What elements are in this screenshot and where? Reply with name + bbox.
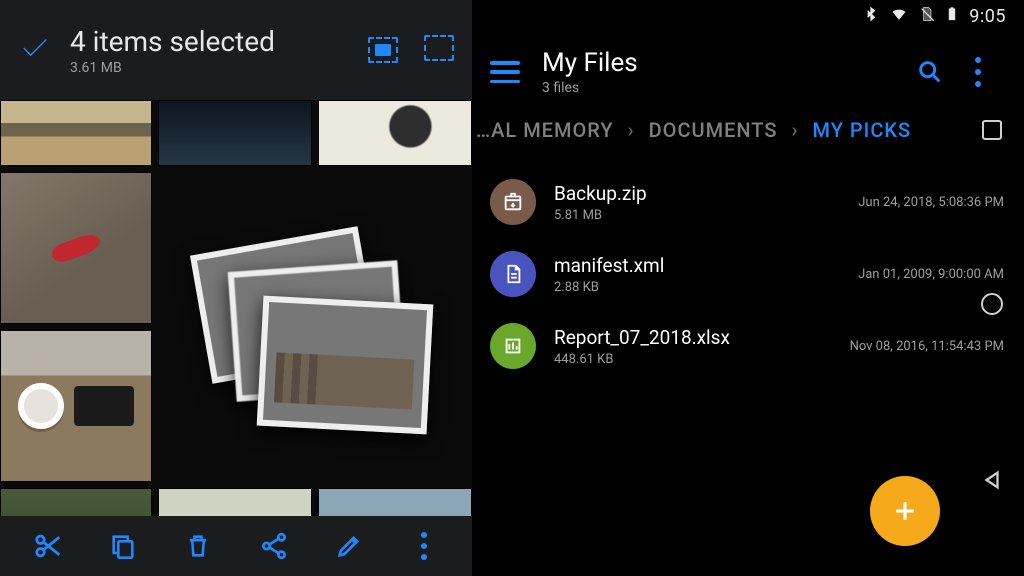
breadcrumb: …AL MEMORY › DOCUMENTS › MY PICKS	[472, 112, 1024, 166]
select-all-icon[interactable]	[368, 37, 398, 63]
files-pane: 9:05 My Files 3 files …AL MEMORY › DOCUM…	[472, 0, 1024, 576]
selection-size: 3.61 MB	[70, 60, 368, 76]
gallery-header: 4 items selected 3.61 MB	[0, 0, 472, 100]
sim-icon	[919, 5, 935, 28]
status-bar: 9:05	[472, 0, 1024, 32]
more-button[interactable]	[402, 524, 446, 568]
search-button[interactable]	[906, 58, 954, 86]
bluetooth-icon	[863, 5, 879, 28]
file-row[interactable]: Backup.zip 5.81 MB Jun 24, 2018, 5:08:36…	[490, 166, 1024, 238]
file-name: Backup.zip	[554, 182, 796, 205]
file-row[interactable]: manifest.xml 2.88 KB Jan 01, 2009, 9:00:…	[490, 238, 1024, 310]
gallery-pane: 4 items selected 3.61 MB	[0, 0, 472, 576]
document-icon	[490, 251, 536, 297]
share-button[interactable]	[252, 524, 296, 568]
edit-button[interactable]	[327, 524, 371, 568]
thumbnail[interactable]	[318, 100, 472, 166]
breadcrumb-current[interactable]: MY PICKS	[812, 118, 911, 142]
page-title: My Files	[542, 48, 906, 78]
selection-summary: 4 items selected 3.61 MB	[70, 25, 368, 76]
delete-button[interactable]	[176, 524, 220, 568]
file-name: manifest.xml	[554, 254, 796, 277]
cut-button[interactable]	[26, 524, 70, 568]
wifi-icon	[889, 6, 909, 27]
home-nav-icon[interactable]	[981, 293, 1003, 315]
selected-stack[interactable]	[200, 240, 430, 480]
file-size: 5.81 MB	[554, 208, 796, 223]
select-inverse-icon[interactable]	[428, 39, 454, 61]
system-nav	[960, 0, 1024, 576]
header-tools	[368, 37, 454, 63]
thumbnail[interactable]	[0, 330, 152, 482]
thumbnail[interactable]	[158, 100, 312, 166]
add-fab[interactable]	[870, 476, 940, 546]
recents-nav-icon[interactable]	[982, 120, 1002, 140]
copy-button[interactable]	[101, 524, 145, 568]
selection-title: 4 items selected	[70, 25, 368, 58]
file-size: 448.61 KB	[554, 352, 796, 367]
files-appbar: My Files 3 files	[472, 32, 1024, 112]
file-size: 2.88 KB	[554, 280, 796, 295]
chevron-right-icon: ›	[791, 118, 798, 142]
gallery-actionbar	[0, 516, 472, 576]
breadcrumb-item[interactable]: …AL MEMORY	[476, 118, 614, 142]
confirm-selection-icon[interactable]	[18, 31, 52, 69]
menu-button[interactable]	[490, 61, 520, 83]
file-name: Report_07_2018.xlsx	[554, 326, 796, 349]
spreadsheet-icon	[490, 323, 536, 369]
battery-icon	[945, 4, 959, 29]
breadcrumb-item[interactable]: DOCUMENTS	[649, 118, 778, 142]
thumbnail[interactable]	[0, 172, 152, 324]
appbar-title-block: My Files 3 files	[542, 48, 906, 96]
page-subtitle: 3 files	[542, 80, 906, 96]
archive-icon	[490, 179, 536, 225]
file-list: Backup.zip 5.81 MB Jun 24, 2018, 5:08:36…	[472, 166, 1024, 576]
chevron-right-icon: ›	[628, 118, 635, 142]
stack-card	[257, 296, 434, 435]
gallery-grid	[0, 100, 472, 576]
file-row[interactable]: Report_07_2018.xlsx 448.61 KB Nov 08, 20…	[490, 310, 1024, 382]
thumbnail[interactable]	[0, 100, 152, 166]
back-nav-icon[interactable]	[981, 468, 1003, 496]
